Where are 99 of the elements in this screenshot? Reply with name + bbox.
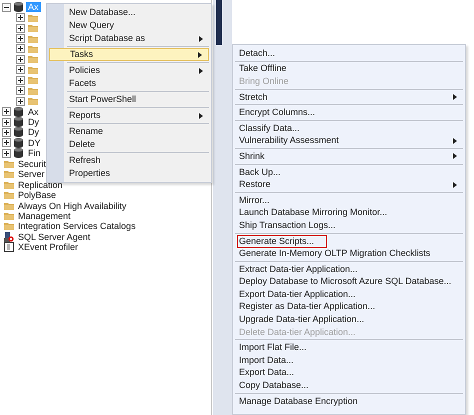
menu-item[interactable]: New Query xyxy=(49,19,209,32)
folder-icon xyxy=(4,222,14,230)
expander-icon[interactable] xyxy=(16,54,25,64)
menu-item[interactable]: Register as Data-tier Application... xyxy=(235,300,463,314)
folder-icon xyxy=(28,34,38,43)
database-icon xyxy=(14,117,23,128)
database-icon xyxy=(14,106,23,117)
expander-icon[interactable] xyxy=(16,65,25,74)
folder-icon xyxy=(28,24,38,32)
menu-item[interactable]: Policies xyxy=(49,64,209,77)
menu-item[interactable]: Ship Transaction Logs... xyxy=(235,219,463,232)
menu-item[interactable]: Delete xyxy=(49,138,209,151)
menu-item[interactable]: Start PowerShell xyxy=(49,93,209,106)
menu-item[interactable]: Import Flat File... xyxy=(235,341,463,354)
menu-item[interactable]: Take Offline xyxy=(235,62,463,76)
database-icon xyxy=(14,138,23,148)
submenu-arrow-icon xyxy=(453,94,457,100)
tree-node-label[interactable]: Server xyxy=(16,169,47,180)
expander-icon[interactable] xyxy=(2,107,11,116)
menu-item[interactable]: Import Data... xyxy=(235,354,463,367)
folder-icon xyxy=(28,14,38,22)
profiler-icon xyxy=(4,242,14,252)
folder-icon xyxy=(4,160,14,168)
menu-item[interactable]: Back Up... xyxy=(235,166,463,178)
tree-node-label[interactable]: Always On High Availability xyxy=(16,200,128,211)
submenu-arrow-icon xyxy=(199,112,203,118)
scrollbar-thumb[interactable] xyxy=(216,0,222,45)
expander-icon[interactable] xyxy=(16,13,25,22)
folder-icon xyxy=(28,76,38,84)
menu-item[interactable]: Launch Database Mirroring Monitor... xyxy=(235,206,463,220)
submenu-arrow-icon xyxy=(198,52,202,58)
expander-icon[interactable] xyxy=(16,34,25,44)
submenu-arrow-icon xyxy=(453,138,457,144)
menu-item[interactable]: Vulnerability Assessment xyxy=(235,134,463,148)
menu-item[interactable]: Facets xyxy=(49,77,209,90)
scrollbar[interactable] xyxy=(213,0,232,415)
tree-node-label[interactable]: XEvent Profiler xyxy=(16,242,80,252)
folder-icon xyxy=(28,66,38,74)
database-icon xyxy=(14,148,23,158)
expander-icon[interactable] xyxy=(2,128,11,137)
menu-item[interactable]: Generate Scripts... xyxy=(235,234,463,248)
menu-item[interactable]: Stretch xyxy=(235,90,463,104)
folder-icon xyxy=(4,180,14,189)
menu-item[interactable]: Shrink xyxy=(235,150,463,163)
menu-item[interactable]: Detach... xyxy=(235,47,463,60)
database-icon xyxy=(14,127,23,138)
menu-item[interactable]: Manage Database Encryption xyxy=(235,394,463,408)
expander-icon[interactable] xyxy=(16,86,25,96)
menu-item[interactable]: Copy Database... xyxy=(235,379,463,392)
expander-icon[interactable] xyxy=(2,138,11,148)
menu-item[interactable]: Deploy Database to Microsoft Azure SQL Database... xyxy=(235,276,463,288)
tree-node-label[interactable]: Dy xyxy=(26,127,41,138)
menu-item[interactable]: Tasks xyxy=(49,48,209,61)
expander-icon[interactable] xyxy=(16,96,25,106)
submenu-arrow-icon xyxy=(453,182,457,188)
menu-item[interactable]: Reports xyxy=(49,109,209,122)
menu-item[interactable]: Encrypt Columns... xyxy=(235,106,463,119)
menu-item[interactable]: Upgrade Data-tier Application... xyxy=(235,313,463,326)
menu-item[interactable]: Rename xyxy=(49,125,209,138)
tree-node-label[interactable]: Management xyxy=(16,210,73,221)
submenu-arrow-icon xyxy=(199,68,203,74)
tree-node-label[interactable]: Ax xyxy=(26,106,41,117)
menu-item[interactable]: Mirror... xyxy=(235,194,463,207)
folder-icon xyxy=(4,170,14,178)
tree-node-label[interactable]: PolyBase xyxy=(16,190,58,200)
expander-icon[interactable] xyxy=(2,2,11,12)
menu-item[interactable]: Export Data... xyxy=(235,366,463,380)
tree-node-label[interactable]: Replication xyxy=(16,180,65,190)
tree-node-label[interactable]: Securit xyxy=(16,158,48,169)
menu-item[interactable]: Export Data-tier Application... xyxy=(235,288,463,301)
menu-item[interactable]: Extract Data-tier Application... xyxy=(235,262,463,276)
expander-icon[interactable] xyxy=(2,148,11,158)
tree-node-label[interactable]: SQL Server Agent xyxy=(16,232,92,242)
folder-icon xyxy=(28,44,38,53)
expander-icon[interactable] xyxy=(2,118,11,127)
submenu-arrow-icon xyxy=(453,153,457,160)
folder-icon xyxy=(4,212,14,220)
expander-icon[interactable] xyxy=(16,76,25,85)
database-icon xyxy=(14,2,23,12)
folder-icon xyxy=(28,55,38,64)
menu-item[interactable]: New Database... xyxy=(49,6,209,19)
menu-item[interactable]: Classify Data... xyxy=(235,122,463,135)
tree-node-label[interactable]: DY xyxy=(26,138,43,148)
tree-node-label[interactable]: Fin xyxy=(26,148,43,158)
submenu-arrow-icon xyxy=(199,36,203,42)
menu-item[interactable]: Properties xyxy=(49,167,209,180)
expander-icon[interactable] xyxy=(16,44,25,54)
agent-icon xyxy=(4,232,14,242)
expander-icon[interactable] xyxy=(16,24,25,33)
menu-item[interactable]: Refresh xyxy=(49,154,209,167)
folder-icon xyxy=(4,202,14,210)
tree-node-label[interactable]: Dy xyxy=(26,117,41,128)
folder-icon xyxy=(28,97,38,106)
folder-icon xyxy=(4,191,14,200)
folder-icon xyxy=(28,86,38,95)
menu-item[interactable]: Restore xyxy=(235,178,463,191)
tree-node-label[interactable]: Integration Services Catalogs xyxy=(16,221,138,232)
menu-item[interactable]: Generate In-Memory OLTP Migration Checklists xyxy=(235,247,463,260)
menu-item[interactable]: Script Database as xyxy=(49,32,209,45)
